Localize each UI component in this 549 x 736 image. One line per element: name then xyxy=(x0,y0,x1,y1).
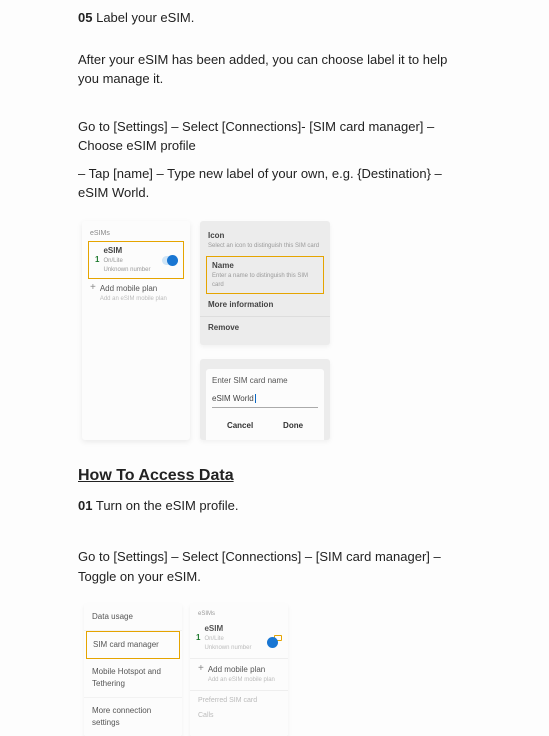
step-05-title: Label your eSIM. xyxy=(96,10,194,25)
sim-row-title: eSIM xyxy=(204,623,274,635)
detail-name-row[interactable]: Name Enter a name to distinguish this SI… xyxy=(206,256,324,294)
esim-toggle[interactable] xyxy=(162,256,178,265)
esim-detail-card: Icon Select an icon to distinguish this … xyxy=(200,221,330,345)
row-more-settings[interactable]: More connection settings xyxy=(84,698,182,736)
toggle-highlight-box xyxy=(274,635,282,641)
instruction-line-1: Go to [Settings] – Select [Connections]-… xyxy=(78,117,471,156)
text-cursor xyxy=(255,394,256,403)
step-01-num: 01 xyxy=(78,498,92,513)
sim-row-esim[interactable]: 1 eSIM On/Lite Unknown number xyxy=(190,621,288,655)
detail-icon-sub: Select an icon to distinguish this SIM c… xyxy=(208,242,322,251)
sim-row-sub2: Unknown number xyxy=(204,644,274,653)
calls-label: Calls xyxy=(190,709,288,724)
screenshot-label-esim: eSIMs 1 eSIM On/Lite Unknown number + Ad… xyxy=(82,221,471,440)
detail-remove-row[interactable]: Remove xyxy=(200,319,330,337)
name-input-label: Enter SIM card name xyxy=(212,375,318,387)
sim-manager-header: eSIMs xyxy=(190,608,288,621)
step-01-title: Turn on the eSIM profile. xyxy=(96,498,239,513)
instruction-line-2: – Tap [name] – Type new label of your ow… xyxy=(78,164,471,203)
step-05-num: 05 xyxy=(78,10,92,25)
detail-icon-row[interactable]: Icon Select an icon to distinguish this … xyxy=(200,227,330,254)
esim-row-title: eSIM xyxy=(103,245,162,257)
plus-icon: + xyxy=(90,283,96,293)
esim-number-badge: 1 xyxy=(95,254,99,266)
paragraph-access-data: Go to [Settings] – Select [Connections] … xyxy=(78,547,471,586)
divider xyxy=(190,658,288,659)
sim-row-num: 1 xyxy=(196,632,200,644)
detail-more-title: More information xyxy=(208,299,322,311)
sim-manager-card: eSIMs 1 eSIM On/Lite Unknown number + Ad… xyxy=(190,604,288,736)
section-how-to-access-data: How To Access Data xyxy=(78,464,471,488)
connections-list-card: Data usage SIM card manager Mobile Hotsp… xyxy=(84,604,182,736)
detail-name-title: Name xyxy=(212,260,318,272)
divider xyxy=(190,690,288,691)
detail-more-row[interactable]: More information xyxy=(200,296,330,314)
esim-list-header: eSIMs xyxy=(90,229,182,240)
preferred-sim-label: Preferred SIM card xyxy=(190,694,288,709)
detail-name-sub: Enter a name to distinguish this SIM car… xyxy=(212,272,318,290)
name-input-value: eSIM World xyxy=(212,394,254,403)
detail-icon-title: Icon xyxy=(208,230,322,242)
add-plan-title: Add mobile plan xyxy=(100,283,167,295)
row-data-usage[interactable]: Data usage xyxy=(84,604,182,631)
add-plan-title: Add mobile plan xyxy=(208,664,275,676)
done-button[interactable]: Done xyxy=(283,420,303,432)
cancel-button[interactable]: Cancel xyxy=(227,420,253,432)
plus-icon: + xyxy=(198,664,204,674)
add-plan-sub: Add an eSIM mobile plan xyxy=(208,676,275,685)
esim-row-sub1: On/Lite xyxy=(103,257,162,266)
add-plan-sub: Add an eSIM mobile plan xyxy=(100,295,167,304)
esim-list-card: eSIMs 1 eSIM On/Lite Unknown number + Ad… xyxy=(82,221,190,440)
row-sim-card-manager[interactable]: SIM card manager xyxy=(86,631,180,659)
step-01-heading: 01 Turn on the eSIM profile. xyxy=(78,496,471,516)
esim-row-highlighted[interactable]: 1 eSIM On/Lite Unknown number xyxy=(88,241,184,279)
screenshot-access-data: Data usage SIM card manager Mobile Hotsp… xyxy=(84,604,471,736)
detail-remove-title: Remove xyxy=(208,322,322,334)
name-input-card: Enter SIM card name eSIM World Cancel Do… xyxy=(200,359,330,440)
esim-row-sub2: Unknown number xyxy=(103,266,162,275)
add-plan-row[interactable]: + Add mobile plan Add an eSIM mobile pla… xyxy=(190,662,288,687)
name-input-field[interactable]: eSIM World xyxy=(212,393,318,408)
divider xyxy=(200,316,330,317)
paragraph-label-info: After your eSIM has been added, you can … xyxy=(78,50,471,89)
add-mobile-plan-row[interactable]: + Add mobile plan Add an eSIM mobile pla… xyxy=(90,283,182,304)
row-hotspot-tethering[interactable]: Mobile Hotspot and Tethering xyxy=(84,659,182,698)
step-05-heading: 05 Label your eSIM. xyxy=(78,8,471,28)
